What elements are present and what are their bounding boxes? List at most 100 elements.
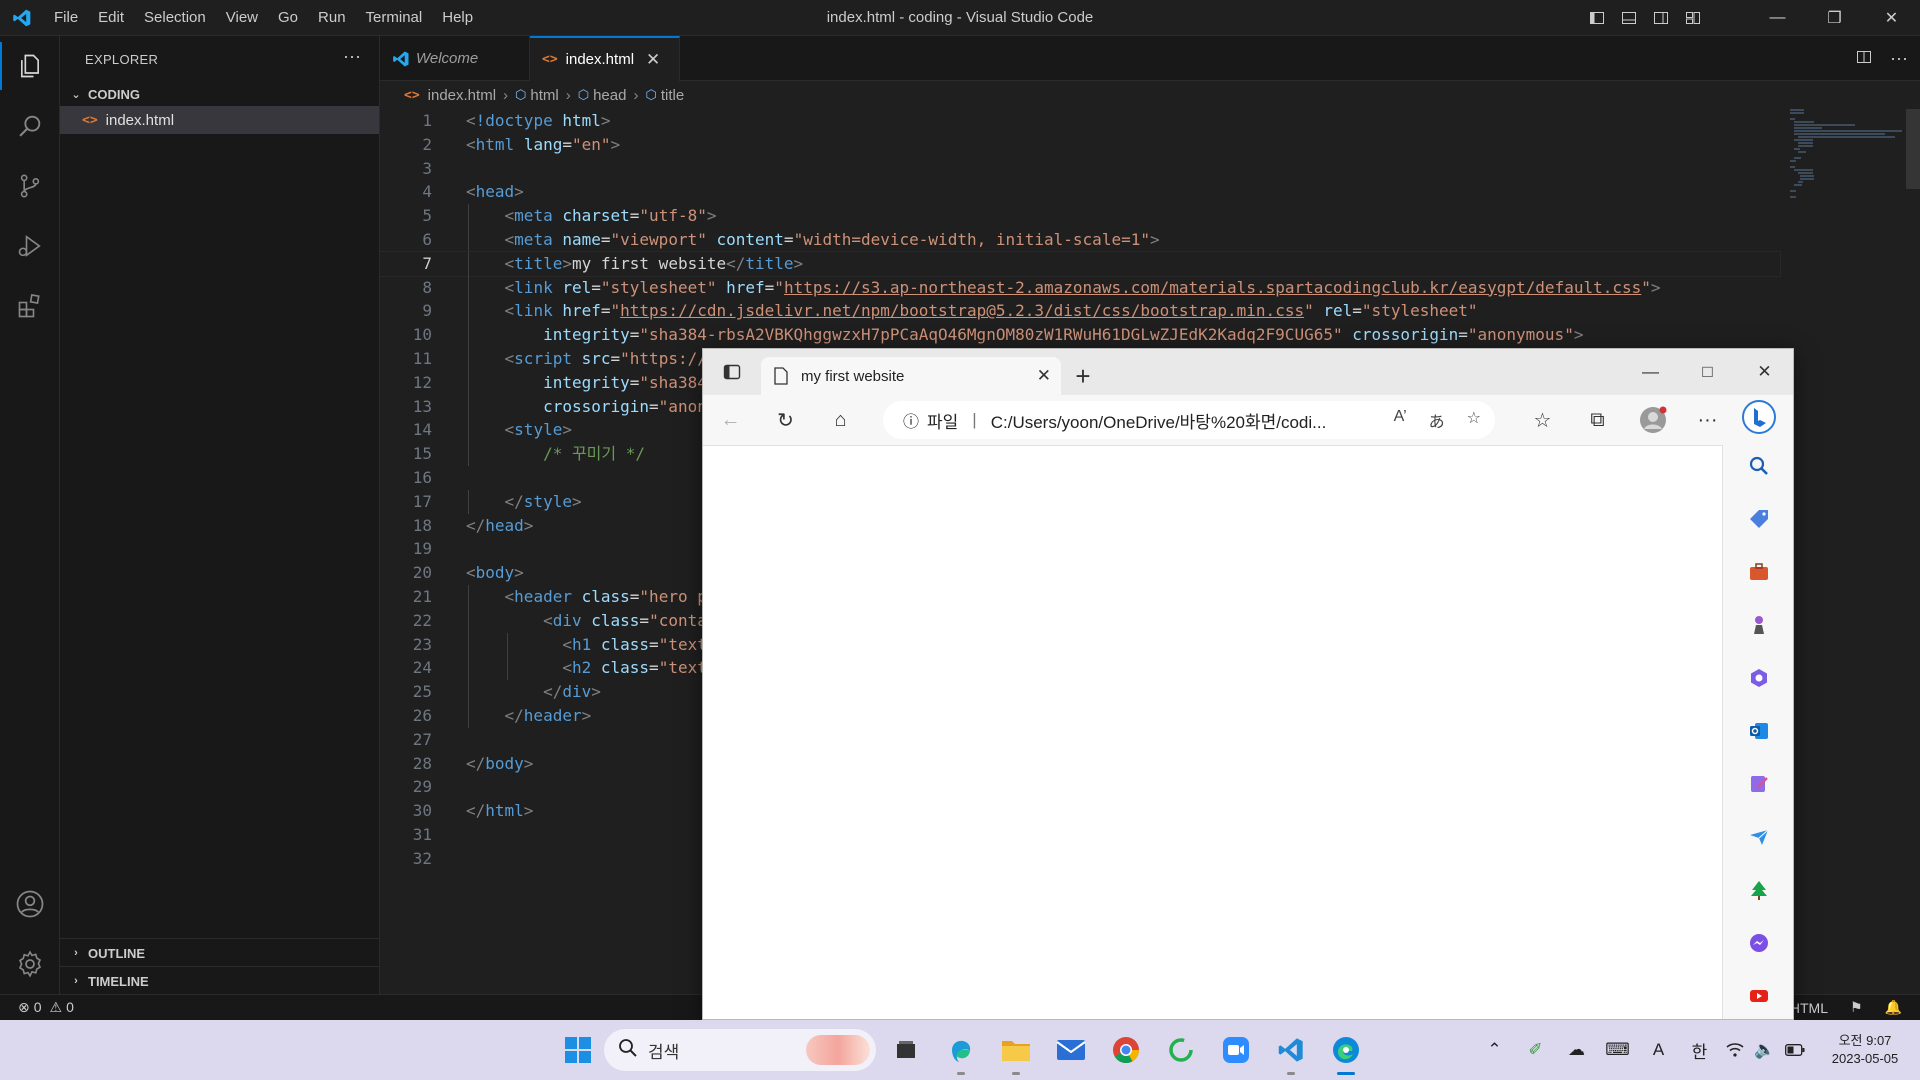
sidebar-search-icon[interactable] bbox=[1723, 439, 1793, 492]
browser-tab[interactable]: my first website ✕ bbox=[761, 357, 1061, 395]
code-line[interactable]: 9 <link href="https://cdn.jsdelivr.net/n… bbox=[380, 299, 1780, 324]
code-line[interactable]: 6 <meta name="viewport" content="width=d… bbox=[380, 227, 1780, 252]
tab-welcome[interactable]: Welcome bbox=[380, 36, 530, 81]
minimap[interactable] bbox=[1790, 109, 1905, 198]
vscode-taskbar-icon[interactable] bbox=[1263, 1020, 1318, 1080]
code-line[interactable]: 5 <meta charset="utf-8"> bbox=[380, 204, 1780, 228]
code-line[interactable]: 8 <link rel="stylesheet" href="https://s… bbox=[380, 275, 1780, 300]
new-tab-button[interactable]: + bbox=[1061, 357, 1105, 395]
menu-terminal[interactable]: Terminal bbox=[356, 0, 433, 36]
task-view-icon[interactable] bbox=[878, 1020, 933, 1080]
ime-mode-han[interactable]: 한 bbox=[1679, 1020, 1720, 1080]
menu-view[interactable]: View bbox=[216, 0, 268, 36]
wifi-icon[interactable] bbox=[1720, 1020, 1750, 1080]
tree-icon[interactable] bbox=[1723, 863, 1793, 916]
translate-icon[interactable]: あ bbox=[1429, 408, 1445, 432]
pen-tray-icon[interactable]: ✐ bbox=[1515, 1020, 1556, 1080]
feedback-icon[interactable]: ⚑ bbox=[1850, 999, 1863, 1016]
mail-icon[interactable] bbox=[1043, 1020, 1098, 1080]
editor-scrollbar[interactable] bbox=[1906, 109, 1920, 189]
close-tab-icon[interactable]: ✕ bbox=[646, 50, 660, 70]
add-favorite-icon[interactable]: ☆ bbox=[1467, 408, 1481, 432]
settings-gear-icon[interactable] bbox=[0, 934, 60, 994]
timeline-section[interactable]: › TIMELINE bbox=[60, 966, 379, 995]
shopping-tag-icon[interactable] bbox=[1723, 492, 1793, 545]
tab-actions-icon[interactable] bbox=[703, 349, 761, 395]
breadcrumb-file[interactable]: index.html bbox=[428, 87, 496, 104]
send-plane-icon[interactable] bbox=[1723, 810, 1793, 863]
volume-icon[interactable]: 🔈 bbox=[1750, 1020, 1780, 1080]
keyboard-icon[interactable]: ⌨ bbox=[1597, 1020, 1638, 1080]
browser-maximize-icon[interactable]: □ bbox=[1679, 349, 1736, 395]
toggle-secondary-sidebar-icon[interactable] bbox=[1645, 0, 1677, 36]
breadcrumb-html[interactable]: html bbox=[530, 87, 558, 104]
editor-more-icon[interactable]: ··· bbox=[1890, 48, 1908, 69]
start-windows-icon[interactable] bbox=[550, 1020, 605, 1080]
code-line[interactable]: 10 integrity="sha384-rbsA2VBKQhggwzxH7pP… bbox=[380, 323, 1780, 347]
tab-index-html[interactable]: <> index.html ✕ bbox=[530, 36, 680, 81]
menu-file[interactable]: File bbox=[44, 0, 88, 36]
problems-status[interactable]: ⊗ 0 ⚠ 0 bbox=[0, 999, 74, 1016]
source-control-icon[interactable] bbox=[0, 156, 60, 216]
run-debug-icon[interactable] bbox=[0, 216, 60, 276]
collections-icon[interactable]: ⧉ bbox=[1570, 395, 1625, 445]
clock[interactable]: 오전 9:07 2023-05-05 bbox=[1810, 1032, 1920, 1068]
code-line[interactable]: 7 <title>my first website</title> bbox=[379, 250, 1781, 277]
toggle-panel-icon[interactable] bbox=[1613, 0, 1645, 36]
battery-icon[interactable] bbox=[1780, 1020, 1810, 1080]
file-explorer-icon[interactable] bbox=[988, 1020, 1043, 1080]
code-line[interactable]: 1 <!doctype html> bbox=[380, 109, 1780, 133]
bing-copilot-icon[interactable] bbox=[1723, 395, 1793, 439]
vscode-logo-icon[interactable] bbox=[0, 0, 44, 36]
close-window-icon[interactable]: ✕ bbox=[1863, 0, 1920, 36]
favorites-icon[interactable]: ☆ bbox=[1515, 395, 1570, 445]
browser-close-icon[interactable]: ✕ bbox=[1736, 349, 1793, 395]
info-icon[interactable]: ⓘ bbox=[903, 408, 919, 432]
search-icon[interactable] bbox=[0, 96, 60, 156]
show-hidden-icons-chevron-icon[interactable]: ⌃ bbox=[1474, 1020, 1515, 1080]
back-arrow-icon[interactable]: ← bbox=[703, 395, 758, 445]
onedrive-cloud-icon[interactable]: ☁ bbox=[1556, 1020, 1597, 1080]
code-line[interactable]: 4 <head> bbox=[380, 180, 1780, 204]
designer-icon[interactable] bbox=[1723, 757, 1793, 810]
folder-coding[interactable]: ⌄ CODING bbox=[60, 82, 379, 106]
microsoft365-icon[interactable] bbox=[1723, 651, 1793, 704]
browser-minimize-icon[interactable]: — bbox=[1622, 349, 1679, 395]
outline-section[interactable]: › OUTLINE bbox=[60, 938, 379, 967]
extensions-icon[interactable] bbox=[0, 276, 60, 336]
browser-page-content[interactable] bbox=[703, 445, 1723, 1019]
taskbar-search[interactable]: 검색 bbox=[604, 1029, 876, 1071]
copilot-app-icon[interactable] bbox=[933, 1020, 988, 1080]
explorer-icon[interactable] bbox=[0, 36, 60, 96]
code-line[interactable]: 3 bbox=[380, 157, 1780, 181]
ime-mode-a[interactable]: A bbox=[1638, 1020, 1679, 1080]
breadcrumb-title[interactable]: title bbox=[661, 87, 684, 104]
language-mode[interactable]: HTML bbox=[1790, 1000, 1828, 1016]
youtube-icon[interactable] bbox=[1723, 969, 1793, 1019]
home-icon[interactable]: ⌂ bbox=[813, 395, 868, 445]
notifications-bell-icon[interactable]: 🔔 bbox=[1885, 999, 1902, 1016]
file-index-html[interactable]: <> index.html bbox=[60, 106, 379, 134]
address-bar[interactable]: ⓘ 파일 | C:/Users/yoon/OneDrive/바탕%20화면/co… bbox=[883, 401, 1495, 439]
tools-briefcase-icon[interactable] bbox=[1723, 545, 1793, 598]
menu-help[interactable]: Help bbox=[432, 0, 483, 36]
code-line[interactable]: 2 <html lang="en"> bbox=[380, 133, 1780, 157]
split-editor-icon[interactable] bbox=[1856, 49, 1872, 68]
profile-avatar[interactable] bbox=[1625, 395, 1680, 445]
breadcrumb-head[interactable]: head bbox=[593, 87, 626, 104]
zoom-icon[interactable] bbox=[1208, 1020, 1263, 1080]
accounts-icon[interactable] bbox=[0, 874, 60, 934]
outlook-icon[interactable] bbox=[1723, 704, 1793, 757]
minimize-icon[interactable]: — bbox=[1749, 0, 1806, 36]
more-actions-icon[interactable]: ··· bbox=[343, 46, 361, 67]
read-aloud-icon[interactable]: A’ bbox=[1394, 408, 1407, 432]
menu-selection[interactable]: Selection bbox=[134, 0, 216, 36]
customize-layout-icon[interactable] bbox=[1677, 0, 1709, 36]
chrome-icon[interactable] bbox=[1098, 1020, 1153, 1080]
messenger-icon[interactable] bbox=[1723, 916, 1793, 969]
menu-run[interactable]: Run bbox=[308, 0, 356, 36]
edge-taskbar-icon[interactable] bbox=[1318, 1020, 1373, 1080]
refresh-icon[interactable]: ↻ bbox=[758, 395, 813, 445]
close-tab-icon[interactable]: ✕ bbox=[1037, 366, 1051, 386]
games-icon[interactable] bbox=[1723, 598, 1793, 651]
